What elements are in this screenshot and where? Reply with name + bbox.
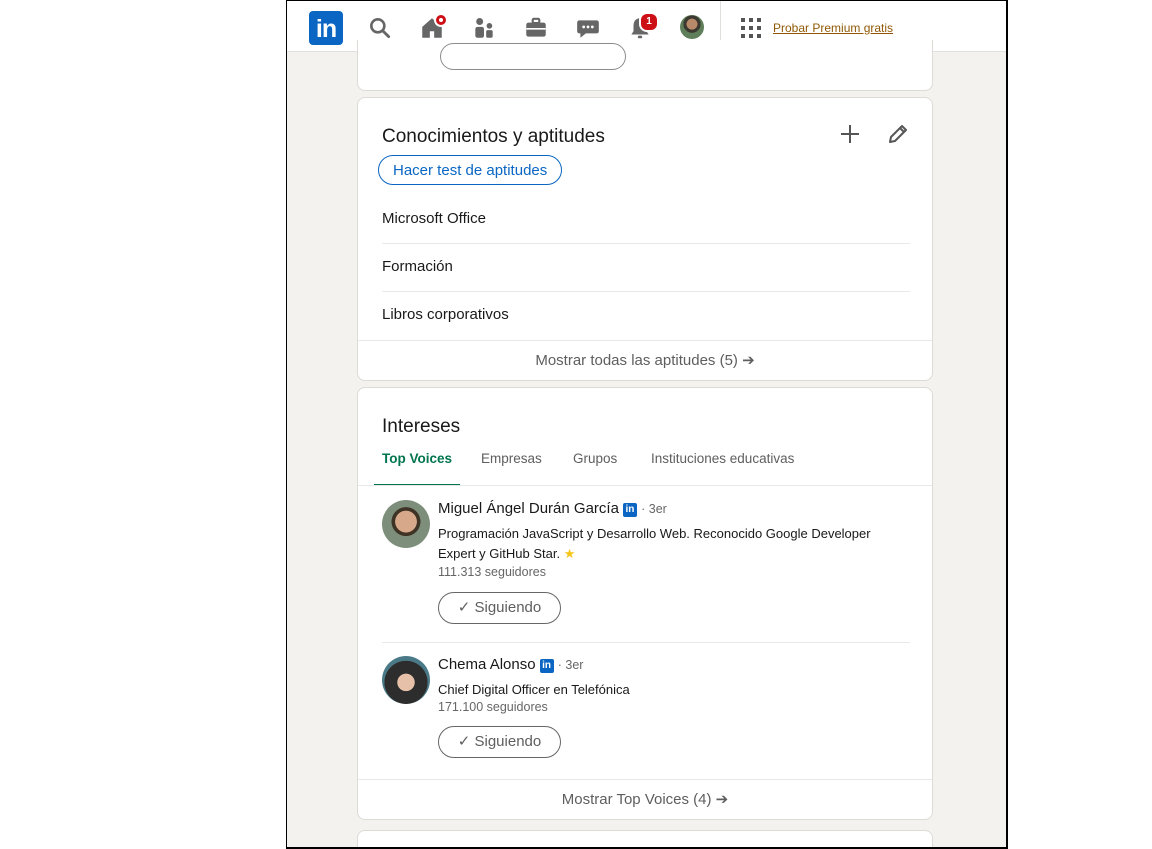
skill-item[interactable]: Formación <box>382 243 910 292</box>
voice-avatar[interactable] <box>382 656 430 704</box>
tab-grupos[interactable]: Grupos <box>573 444 617 486</box>
top-voice-item: Miguel Ángel Durán García in · 3er Progra… <box>382 500 910 643</box>
voice-name-line: Chema Alonso in · 3er <box>438 656 583 673</box>
connection-degree: · 3er <box>557 658 584 672</box>
home-notification-dot <box>434 13 448 27</box>
linkedin-badge-icon: in <box>539 659 554 673</box>
voice-name-line: Miguel Ángel Durán García in · 3er <box>438 500 667 517</box>
linkedin-badge-icon: in <box>622 503 637 517</box>
profile-avatar[interactable] <box>680 15 704 39</box>
interests-title: Intereses <box>382 416 461 437</box>
voice-followers: 111.313 seguidores <box>438 565 546 579</box>
apps-grid-icon[interactable] <box>741 18 761 38</box>
voice-name[interactable]: Chema Alonso <box>438 656 536 673</box>
voice-followers: 171.100 seguidores <box>438 700 548 714</box>
next-card <box>357 830 933 847</box>
skill-item[interactable]: Libros corporativos <box>382 291 910 339</box>
add-skill-plus-icon[interactable] <box>838 122 862 146</box>
following-button[interactable]: ✓ Siguiendo <box>438 726 561 758</box>
premium-link[interactable]: Probar Premium gratis <box>773 21 893 35</box>
browser-viewport: in 1 Probar Premium gratis Conocimientos… <box>286 0 1008 849</box>
skills-test-button[interactable]: Hacer test de aptitudes <box>378 155 563 185</box>
previous-card-button[interactable] <box>440 43 626 70</box>
linkedin-logo[interactable]: in <box>309 11 343 45</box>
interests-card: Intereses Top Voices Empresas Grupos Ins… <box>357 387 933 820</box>
voice-avatar[interactable] <box>382 500 430 548</box>
search-icon[interactable] <box>367 15 393 41</box>
show-all-skills-link[interactable]: Mostrar todas las aptitudes (5) ➔ <box>358 340 932 381</box>
jobs-briefcase-icon[interactable] <box>523 15 549 41</box>
tab-instituciones-educativas[interactable]: Instituciones educativas <box>651 444 794 486</box>
previous-card <box>357 40 933 91</box>
voice-description: Programación JavaScript y Desarrollo Web… <box>438 524 906 564</box>
voice-name[interactable]: Miguel Ángel Durán García <box>438 500 619 517</box>
notifications-bell-icon[interactable]: 1 <box>627 12 659 41</box>
home-icon[interactable] <box>419 13 448 41</box>
star-emoji-icon: ★ <box>563 546 576 561</box>
top-voice-item: Chema Alonso in · 3er Chief Digital Offic… <box>382 656 910 766</box>
skill-item[interactable]: Microsoft Office <box>382 195 910 244</box>
network-icon[interactable] <box>471 15 497 41</box>
voice-description-text: Programación JavaScript y Desarrollo Web… <box>438 526 871 561</box>
edit-skills-pencil-icon[interactable] <box>886 122 910 146</box>
following-button[interactable]: ✓ Siguiendo <box>438 592 561 624</box>
show-top-voices-link[interactable]: Mostrar Top Voices (4) ➔ <box>358 779 932 820</box>
tabs-divider <box>358 485 932 486</box>
notifications-badge: 1 <box>639 12 659 32</box>
voice-description: Chief Digital Officer en Telefónica <box>438 682 630 697</box>
skills-card: Conocimientos y aptitudes Hacer test de … <box>357 97 933 381</box>
messaging-icon[interactable] <box>575 15 601 41</box>
tab-top-voices[interactable]: Top Voices <box>373 444 461 486</box>
tab-empresas[interactable]: Empresas <box>481 444 542 486</box>
connection-degree: · 3er <box>641 502 667 516</box>
skills-title: Conocimientos y aptitudes <box>382 126 605 147</box>
